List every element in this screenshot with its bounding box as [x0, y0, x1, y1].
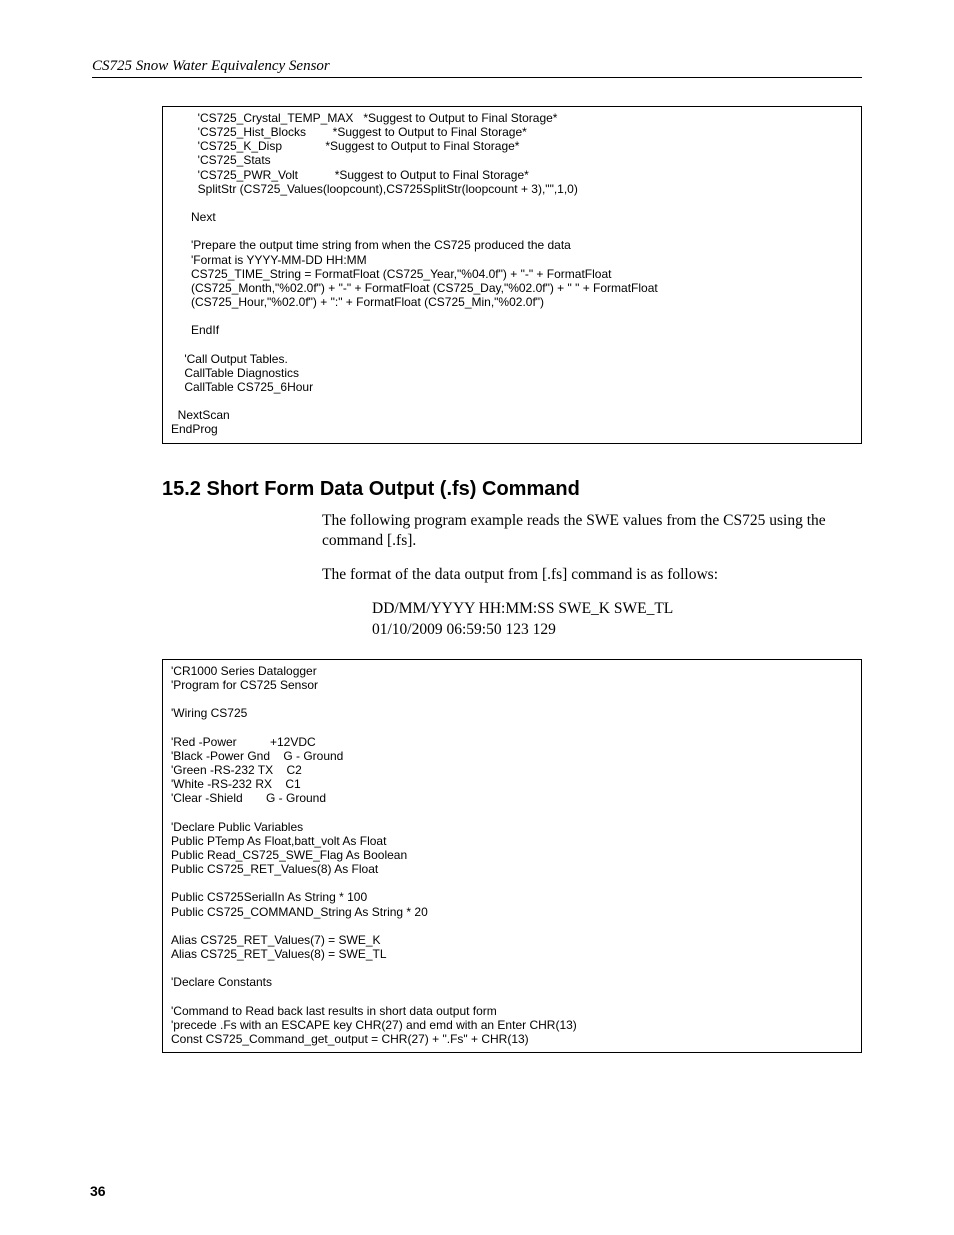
format-example-line-1: DD/MM/YYYY HH:MM:SS SWE_K SWE_TL	[372, 599, 862, 620]
paragraph-format: The format of the data output from [.fs]…	[322, 565, 862, 585]
page-number: 36	[90, 1183, 106, 1199]
running-header: CS725 Snow Water Equivalency Sensor	[92, 58, 862, 78]
code-block-1: 'CS725_Crystal_TEMP_MAX *Suggest to Outp…	[162, 106, 862, 444]
format-example-line-2: 01/10/2009 06:59:50 123 129	[372, 620, 862, 641]
section-heading: 15.2 Short Form Data Output (.fs) Comman…	[162, 478, 862, 501]
paragraph-intro: The following program example reads the …	[322, 511, 862, 551]
code-block-2: 'CR1000 Series Datalogger 'Program for C…	[162, 659, 862, 1053]
